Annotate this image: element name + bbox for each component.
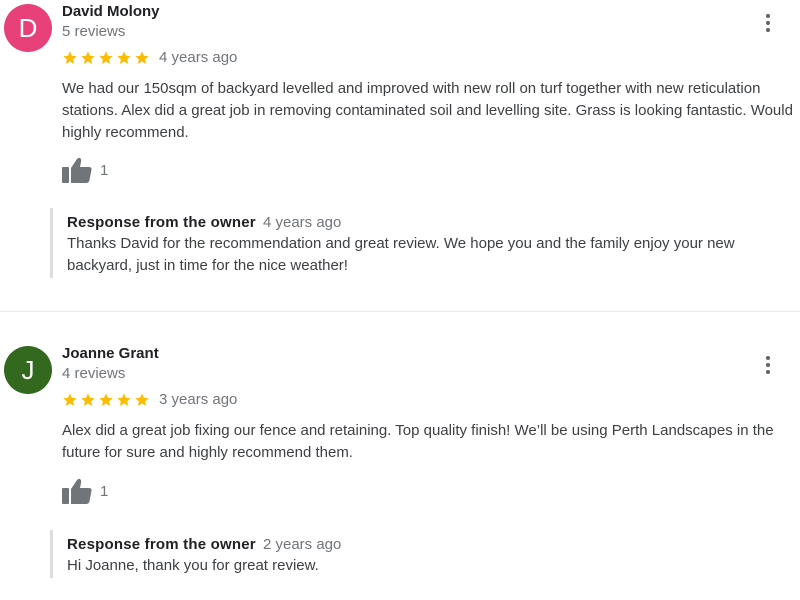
star-rating (62, 392, 150, 408)
avatar[interactable]: D (4, 4, 52, 52)
review-text: Alex did a great job fixing our fence an… (62, 422, 774, 461)
owner-response-time: 4 years ago (262, 214, 342, 231)
star-icon (63, 392, 77, 406)
review-time: 3 years ago (159, 391, 238, 408)
avatar-letter: J (21, 354, 35, 385)
rating-row: 3 years ago (62, 391, 237, 408)
reviewer-review-count: 5 reviews (62, 23, 126, 40)
owner-response-title: Response from the owner (67, 214, 256, 231)
like-count: 1 (100, 161, 109, 179)
more-options-button[interactable] (758, 11, 778, 35)
review-card: D David Molony 5 reviews 4 years ago We … (0, 0, 800, 310)
star-icon (63, 50, 77, 64)
star-icon (99, 50, 113, 64)
owner-response-header: Response from the owner 2 years ago (67, 536, 800, 553)
thumb-up-icon (62, 157, 92, 183)
thumb-up-icon (62, 478, 92, 504)
star-icon (81, 50, 95, 64)
star-icon (135, 50, 149, 64)
star-rating (62, 50, 150, 66)
more-vert-icon (766, 14, 770, 32)
owner-response: Response from the owner 4 years ago Than… (50, 208, 800, 278)
owner-response-text: Hi Joanne, thank you for great review. (67, 557, 319, 574)
more-vert-icon (766, 356, 770, 374)
review-text: We had our 150sqm of backyard levelled a… (62, 80, 793, 141)
star-icon (99, 392, 113, 406)
review-card: J Joanne Grant 4 reviews 3 years ago Ale… (0, 342, 800, 600)
avatar-letter: D (18, 12, 38, 43)
owner-response-header: Response from the owner 4 years ago (67, 214, 800, 231)
avatar[interactable]: J (4, 346, 52, 394)
owner-response-text: Thanks David for the recommendation and … (67, 235, 735, 274)
star-icon (117, 50, 131, 64)
reviewer-review-count: 4 reviews (62, 365, 126, 382)
owner-response-title: Response from the owner (67, 536, 256, 553)
star-icon (135, 392, 149, 406)
review-divider (0, 311, 800, 312)
like-button[interactable]: 1 (62, 157, 108, 183)
star-icon (117, 392, 131, 406)
rating-row: 4 years ago (62, 49, 237, 66)
owner-response: Response from the owner 2 years ago Hi J… (50, 530, 800, 578)
reviewer-name[interactable]: Joanne Grant (62, 345, 159, 362)
star-icon (81, 392, 95, 406)
like-button[interactable]: 1 (62, 478, 108, 504)
reviewer-name[interactable]: David Molony (62, 3, 160, 20)
like-count: 1 (100, 482, 109, 500)
more-options-button[interactable] (758, 353, 778, 377)
review-time: 4 years ago (159, 49, 238, 66)
owner-response-time: 2 years ago (262, 536, 342, 553)
